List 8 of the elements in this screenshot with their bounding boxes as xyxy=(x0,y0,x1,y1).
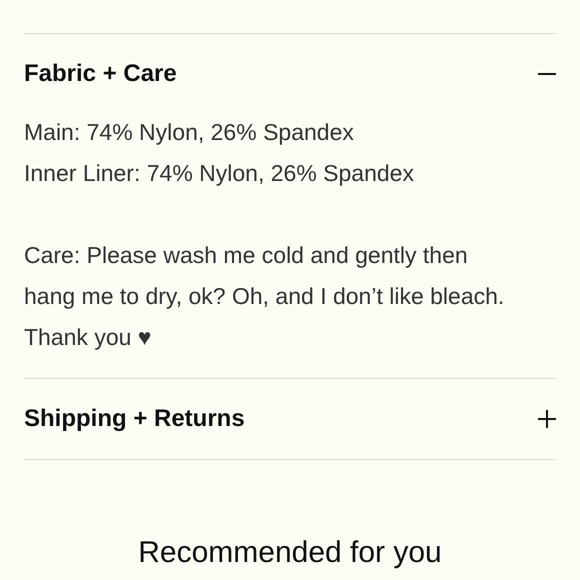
fabric-care-text: Main: 74% Nylon, 26% Spandex Inner Liner: 74% Nylon, 26% Spandex xyxy=(24,118,415,188)
expand-icon xyxy=(538,410,556,428)
section-title: Fabric + Care xyxy=(24,59,177,89)
section-title: Shipping + Returns xyxy=(24,404,245,434)
fabric-care-text: Care: Please wash me cold and gently then hang me to dry, ok? Oh, and I don’t like bleach. Thank you ♥ xyxy=(24,241,506,352)
recommended-heading: Recommended for you xyxy=(137,535,443,571)
accordion-header[interactable]: Fabric + Care xyxy=(24,34,556,114)
accordion-header[interactable]: Shipping + Returns xyxy=(24,379,556,459)
